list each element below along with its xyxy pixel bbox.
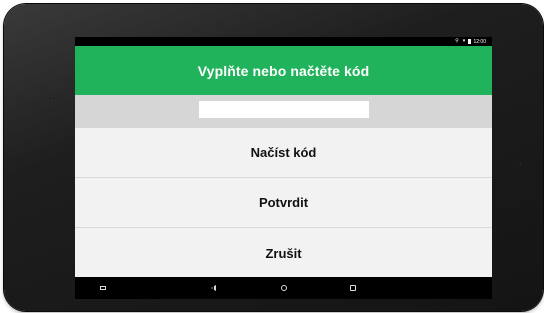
sensor-dot [519, 162, 522, 165]
wifi-icon: ▾ [462, 38, 466, 44]
navigation-bar [75, 277, 492, 299]
home-icon [281, 285, 287, 291]
battery-icon [468, 39, 472, 44]
recent-apps-button[interactable] [341, 277, 365, 299]
code-input[interactable] [199, 101, 369, 118]
back-icon [210, 285, 216, 291]
input-strip [75, 95, 492, 128]
page-title: Vyplňte nebo načtěte kód [197, 62, 370, 79]
menu-icon [100, 286, 106, 290]
location-icon: ⚲ [455, 38, 459, 44]
front-camera [50, 98, 55, 103]
status-bar: ⚲ ▾ 12:00 [75, 37, 492, 46]
recent-apps-icon [350, 285, 356, 291]
cancel-button[interactable]: Zrušit [75, 228, 492, 278]
status-time: 12:00 [473, 38, 486, 45]
confirm-button[interactable]: Potvrdit [75, 178, 492, 228]
device-screen: ⚲ ▾ 12:00 Vyplňte nebo načtěte kód Načís… [75, 37, 492, 299]
load-code-button[interactable]: Načíst kód [75, 128, 492, 178]
tablet-frame: ⚲ ▾ 12:00 Vyplňte nebo načtěte kód Načís… [4, 4, 543, 311]
back-button[interactable] [201, 277, 225, 299]
app-toolbar: Vyplňte nebo načtěte kód [75, 46, 492, 95]
menu-button[interactable] [91, 277, 115, 299]
home-button[interactable] [272, 277, 296, 299]
